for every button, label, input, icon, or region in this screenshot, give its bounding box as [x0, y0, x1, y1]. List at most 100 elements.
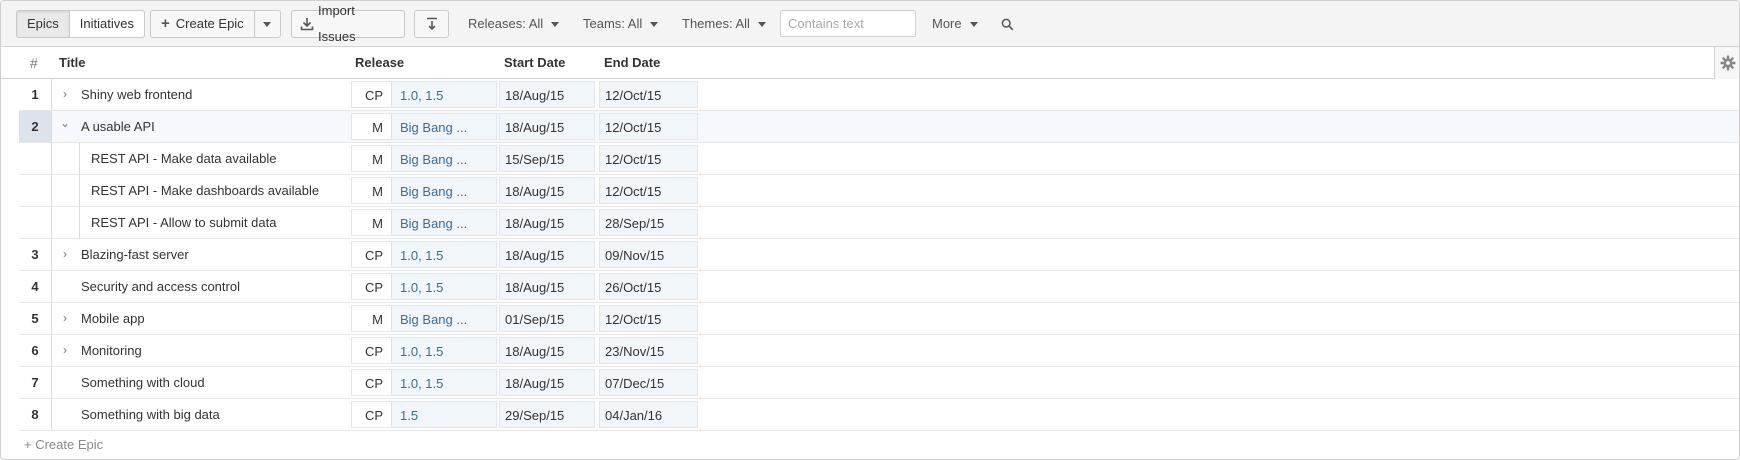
release-value[interactable]: Big Bang ... — [391, 305, 497, 332]
start-date[interactable]: 18/Aug/15 — [499, 113, 595, 140]
start-date[interactable]: 18/Aug/15 — [499, 369, 595, 396]
column-header-title[interactable]: Title — [59, 47, 86, 79]
chevron-down-icon — [757, 21, 766, 27]
filter-themes[interactable]: Themes: All — [682, 10, 766, 38]
child-row[interactable]: REST API - Make data available M Big Ban… — [19, 143, 1739, 175]
release-value[interactable]: Big Bang ... — [391, 113, 497, 140]
import-issues-button[interactable]: Import Issues — [291, 3, 405, 44]
story-title[interactable]: REST API - Make data available — [91, 143, 276, 174]
start-date[interactable]: 18/Aug/15 — [499, 209, 595, 236]
tab-epics[interactable]: Epics — [17, 11, 69, 37]
row-number: 5 — [19, 303, 52, 334]
end-date[interactable]: 12/Oct/15 — [599, 177, 698, 204]
epic-title[interactable]: Blazing-fast server — [81, 239, 189, 270]
table-row[interactable]: 2 ⌄ A usable API M Big Bang ... 18/Aug/1… — [19, 111, 1739, 143]
table-row[interactable]: 3 › Blazing-fast server CP 1.0, 1.5 18/A… — [19, 239, 1739, 271]
table-row[interactable]: 5 › Mobile app M Big Bang ... 01/Sep/15 … — [19, 303, 1739, 335]
child-indent-line — [79, 207, 80, 238]
release-value[interactable]: 1.5 — [391, 401, 497, 428]
export-button[interactable] — [414, 10, 449, 38]
filter-themes-label: Themes: All — [682, 16, 750, 31]
epic-title[interactable]: A usable API — [81, 111, 155, 142]
start-date[interactable]: 18/Aug/15 — [499, 273, 595, 300]
table-row[interactable]: 1 › Shiny web frontend CP 1.0, 1.5 18/Au… — [19, 79, 1739, 111]
release-code: CP — [351, 337, 391, 364]
end-date[interactable]: 12/Oct/15 — [599, 145, 698, 172]
end-date[interactable]: 26/Oct/15 — [599, 273, 698, 300]
table-header: # Title Release Start Date End Date — [1, 47, 1739, 79]
epic-title[interactable]: Something with cloud — [81, 367, 205, 398]
start-date[interactable]: 15/Sep/15 — [499, 145, 595, 172]
filter-releases[interactable]: Releases: All — [468, 10, 560, 38]
epic-title[interactable]: Something with big data — [81, 399, 220, 430]
row-number — [19, 175, 52, 206]
start-date[interactable]: 18/Aug/15 — [499, 177, 595, 204]
start-date[interactable]: 01/Sep/15 — [499, 305, 595, 332]
expand-chevron-icon[interactable]: › — [60, 335, 70, 366]
more-menu[interactable]: More — [932, 10, 978, 38]
filter-teams[interactable]: Teams: All — [583, 10, 659, 38]
export-icon — [426, 17, 437, 31]
row-number: 1 — [19, 79, 52, 110]
story-title[interactable]: REST API - Allow to submit data — [91, 207, 276, 238]
column-header-release[interactable]: Release — [355, 47, 404, 79]
epic-title[interactable]: Shiny web frontend — [81, 79, 192, 110]
end-date[interactable]: 28/Sep/15 — [599, 209, 698, 236]
search-input[interactable] — [780, 10, 916, 37]
end-date[interactable]: 12/Oct/15 — [599, 81, 698, 108]
end-date[interactable]: 23/Nov/15 — [599, 337, 698, 364]
release-code: CP — [351, 273, 391, 300]
release-value[interactable]: Big Bang ... — [391, 145, 497, 172]
more-label: More — [932, 16, 962, 31]
start-date[interactable]: 18/Aug/15 — [499, 337, 595, 364]
plus-icon: + — [161, 15, 170, 32]
start-date[interactable]: 18/Aug/15 — [499, 81, 595, 108]
row-number: 7 — [19, 367, 52, 398]
release-code: M — [351, 209, 391, 236]
release-value[interactable]: Big Bang ... — [391, 209, 497, 236]
release-value[interactable]: 1.0, 1.5 — [391, 81, 497, 108]
release-value[interactable]: 1.0, 1.5 — [391, 337, 497, 364]
create-epic-button[interactable]: + Create Epic — [151, 11, 255, 37]
child-row[interactable]: REST API - Make dashboards available M B… — [19, 175, 1739, 207]
collapse-chevron-icon[interactable]: ⌄ — [60, 111, 70, 136]
epic-title[interactable]: Mobile app — [81, 303, 145, 334]
table-row[interactable]: 6 › Monitoring CP 1.0, 1.5 18/Aug/15 23/… — [19, 335, 1739, 367]
story-title[interactable]: REST API - Make dashboards available — [91, 175, 319, 206]
release-code: CP — [351, 369, 391, 396]
chevron-down-icon — [263, 21, 272, 27]
column-settings-button[interactable] — [1714, 47, 1739, 79]
end-date[interactable]: 07/Dec/15 — [599, 369, 698, 396]
column-header-start-date[interactable]: Start Date — [504, 47, 565, 79]
table-row[interactable]: 4 Security and access control CP 1.0, 1.… — [19, 271, 1739, 303]
release-value[interactable]: 1.0, 1.5 — [391, 369, 497, 396]
expand-chevron-icon[interactable]: › — [60, 79, 70, 110]
create-epic-button-group: + Create Epic — [150, 10, 281, 38]
start-date[interactable]: 29/Sep/15 — [499, 401, 595, 428]
end-date[interactable]: 12/Oct/15 — [599, 113, 698, 140]
release-code: M — [351, 177, 391, 204]
release-value[interactable]: Big Bang ... — [391, 177, 497, 204]
import-issues-label: Import Issues — [318, 3, 356, 44]
download-icon — [300, 18, 314, 31]
start-date[interactable]: 18/Aug/15 — [499, 241, 595, 268]
row-number — [19, 143, 52, 174]
column-header-end-date[interactable]: End Date — [604, 47, 660, 79]
expand-chevron-icon[interactable]: › — [60, 303, 70, 334]
table-row[interactable]: 7 Something with cloud CP 1.0, 1.5 18/Au… — [19, 367, 1739, 399]
end-date[interactable]: 09/Nov/15 — [599, 241, 698, 268]
end-date[interactable]: 12/Oct/15 — [599, 305, 698, 332]
child-row[interactable]: REST API - Allow to submit data M Big Ba… — [19, 207, 1739, 239]
end-date[interactable]: 04/Jan/16 — [599, 401, 698, 428]
tab-initiatives[interactable]: Initiatives — [68, 11, 144, 37]
expand-chevron-icon[interactable]: › — [60, 239, 70, 270]
create-epic-label: Create Epic — [175, 16, 244, 31]
epic-title[interactable]: Security and access control — [81, 271, 240, 302]
epic-title[interactable]: Monitoring — [81, 335, 142, 366]
table-row[interactable]: 8 Something with big data CP 1.5 29/Sep/… — [19, 399, 1739, 431]
release-value[interactable]: 1.0, 1.5 — [391, 273, 497, 300]
create-epic-link[interactable]: + Create Epic — [24, 437, 103, 452]
create-epic-dropdown[interactable] — [255, 11, 280, 37]
release-value[interactable]: 1.0, 1.5 — [391, 241, 497, 268]
search-button[interactable] — [1001, 10, 1014, 38]
